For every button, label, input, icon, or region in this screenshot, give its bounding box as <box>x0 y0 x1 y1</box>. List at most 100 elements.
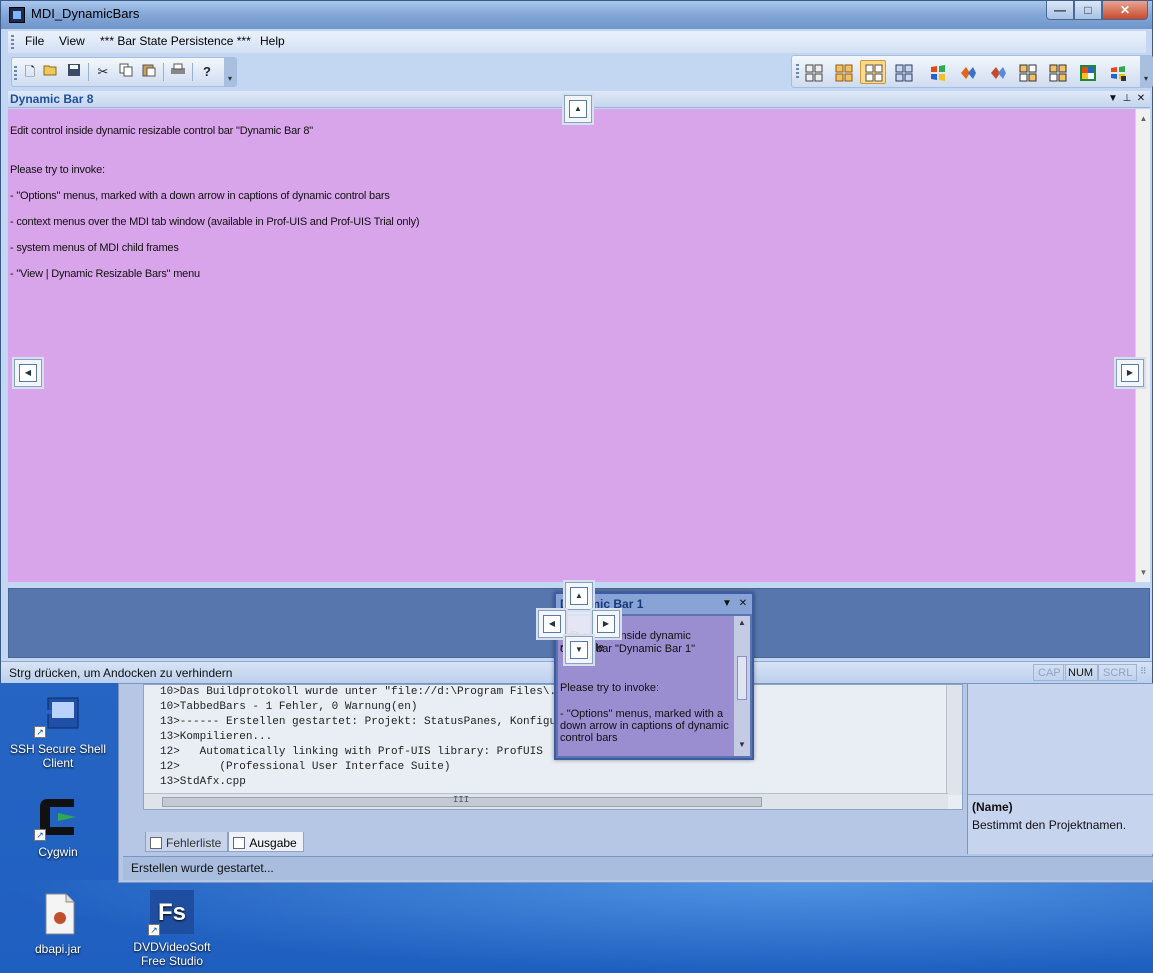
menu-view[interactable]: View <box>59 34 85 48</box>
paste-icon[interactable] <box>140 63 158 81</box>
theme-office2007-silver-icon[interactable] <box>1074 60 1100 84</box>
scroll-up-arrow-icon[interactable]: ▲ <box>1136 111 1151 126</box>
dock-marker-left[interactable]: ◀ <box>538 610 566 638</box>
theme-xp-icon[interactable] <box>924 60 950 84</box>
theme-office2007-black-icon[interactable] <box>1044 60 1070 84</box>
close-button[interactable]: ✕ <box>1102 1 1148 20</box>
menubar-grip[interactable] <box>11 35 14 49</box>
desktop-icon-label: SSH Secure Shell Client <box>9 742 107 770</box>
property-description: Bestimmt den Projektnamen. <box>972 818 1127 832</box>
desktop-icon-label: dbapi.jar <box>34 942 82 956</box>
cut-icon[interactable]: ✂ <box>94 63 112 81</box>
theme-classic-icon[interactable] <box>800 60 826 84</box>
theme-office2007-blue-icon[interactable] <box>1014 60 1040 84</box>
edit-text-line: Please try to invoke: <box>560 682 660 694</box>
window-controls: — □ ✕ <box>1046 1 1148 20</box>
title-bar[interactable]: MDI_DynamicBars — □ ✕ <box>1 1 1152 29</box>
toolbar-overflow-chevron[interactable]: ▾ <box>224 58 236 86</box>
edit-text-line: - system menus of MDI child frames <box>10 242 179 254</box>
desktop-icon-label: Cygwin <box>38 845 78 859</box>
scroll-lock-indicator: SCRL <box>1098 664 1138 681</box>
desktop-icon-dbapi[interactable]: dbapi.jar <box>8 890 108 956</box>
edit-text-line: - "View | Dynamic Resizable Bars" menu <box>10 268 200 280</box>
output-line: 10>Das Buildprotokoll wurde unter "file:… <box>160 686 748 698</box>
standard-toolbar: 🗋 ✂ ? ▾ <box>11 57 237 87</box>
jar-file-icon <box>34 890 82 938</box>
thumb-grip: III <box>453 795 470 805</box>
num-lock-indicator: NUM <box>1063 664 1099 681</box>
dock-marker-left-outer[interactable]: ◀ <box>14 359 42 387</box>
tab-fehlerliste[interactable]: Fehlerliste <box>145 832 229 852</box>
scroll-down-arrow-icon[interactable]: ▼ <box>734 740 750 754</box>
app-icon[interactable] <box>9 7 25 23</box>
options-dropdown-icon[interactable]: ▼ <box>720 596 734 612</box>
ssh-client-icon: ↗ <box>34 690 82 738</box>
print-icon[interactable] <box>169 63 187 81</box>
caps-lock-indicator: CAP <box>1033 664 1066 681</box>
ide-status-bar: Erstellen wurde gestartet... <box>123 856 1153 880</box>
output-horizontal-scrollbar[interactable]: III <box>144 793 948 809</box>
edit-text-line: - "Options" menus, marked with a down ar… <box>10 190 390 202</box>
menu-file[interactable]: File <box>25 34 44 48</box>
desktop-icon-dvdvideosoft[interactable]: Fs ↗ DVDVideoSoft Free Studio <box>122 888 222 968</box>
theme-officexp-icon[interactable] <box>860 60 886 84</box>
cygwin-icon: ↗ <box>34 793 82 841</box>
output-panel: 10>Das Buildprotokoll wurde unter "file:… <box>143 684 963 810</box>
dock-marker-right[interactable]: ▶ <box>592 610 620 638</box>
resize-grip-icon[interactable]: ⠿ <box>1140 667 1150 680</box>
dock-left-arrow-icon: ◀ <box>19 364 37 382</box>
close-icon[interactable]: ✕ <box>736 596 750 612</box>
desktop-icon-ssh[interactable]: ↗ SSH Secure Shell Client <box>8 690 108 770</box>
dynamic-bar-8-edit[interactable]: Edit control inside dynamic resizable co… <box>8 109 1135 582</box>
toolbar-grip[interactable] <box>14 66 17 80</box>
theme-toolbar-overflow-chevron[interactable]: ▾ <box>1140 56 1152 87</box>
output-vertical-scrollbar[interactable] <box>946 685 962 795</box>
menu-help[interactable]: Help <box>260 34 285 48</box>
edit-text-line: - context menus over the MDI tab window … <box>10 216 420 228</box>
scrollbar-thumb[interactable]: III <box>162 795 762 807</box>
dock-marker-top-outer[interactable]: ▲ <box>564 95 592 123</box>
theme-toolbar: ▾ <box>791 55 1153 88</box>
desktop-icon-cygwin[interactable]: ↗ Cygwin <box>8 793 108 859</box>
dock-top-arrow-icon: ▲ <box>570 587 588 605</box>
property-name: (Name) <box>972 800 1013 814</box>
menu-bar-state[interactable]: *** Bar State Persistence *** <box>100 34 251 48</box>
dock-marker-top[interactable]: ▲ <box>565 582 593 610</box>
divider <box>968 794 1153 795</box>
theme-studio-icon[interactable] <box>1104 60 1130 84</box>
save-icon[interactable] <box>65 63 83 81</box>
dock-bottom-arrow-icon: ▼ <box>570 641 588 659</box>
dock-guide-center <box>565 609 595 639</box>
edit-text-line: down arrow in captions of dynamic <box>560 720 729 732</box>
maximize-button[interactable]: □ <box>1074 1 1102 20</box>
dock-right-arrow-icon: ▶ <box>1121 364 1139 382</box>
bar-caption-title: Dynamic Bar 8 <box>10 92 94 106</box>
svg-text:Fs: Fs <box>158 899 186 926</box>
dynamic-bar-1-scrollbar[interactable]: ▲ ▼ <box>734 616 750 756</box>
dock-top-arrow-icon: ▲ <box>569 100 587 118</box>
scroll-up-arrow-icon[interactable]: ▲ <box>734 618 750 632</box>
pin-icon[interactable]: ⊥ <box>1120 91 1134 107</box>
new-icon[interactable]: 🗋 <box>21 63 39 81</box>
desktop-icon-label: DVDVideoSoft Free Studio <box>133 940 211 968</box>
scroll-down-arrow-icon[interactable]: ▼ <box>1136 565 1151 580</box>
minimize-button[interactable]: — <box>1046 1 1074 20</box>
close-icon[interactable]: ✕ <box>1134 91 1148 107</box>
window-title: MDI_DynamicBars <box>31 6 140 21</box>
theme-office2003-icon[interactable] <box>890 60 916 84</box>
theme-office2000-icon[interactable] <box>830 60 856 84</box>
theme-vs2008-icon[interactable] <box>954 60 980 84</box>
dock-marker-bottom[interactable]: ▼ <box>565 636 593 664</box>
help-icon[interactable]: ? <box>198 63 216 81</box>
scrollbar-thumb[interactable] <box>737 656 747 700</box>
edit-text-line: Please try to invoke: <box>10 164 105 176</box>
dock-marker-right-outer[interactable]: ▶ <box>1116 359 1144 387</box>
open-icon[interactable] <box>42 63 60 81</box>
copy-icon[interactable] <box>117 63 135 81</box>
options-dropdown-icon[interactable]: ▼ <box>1106 91 1120 107</box>
tab-ausgabe[interactable]: Ausgabe <box>228 832 304 852</box>
edit-text-line: control bars <box>560 732 618 744</box>
dynamic-bar-8-scrollbar[interactable]: ▲ ▼ <box>1135 109 1150 582</box>
toolbar-grip[interactable] <box>796 64 799 78</box>
theme-vs2005-icon[interactable] <box>984 60 1010 84</box>
